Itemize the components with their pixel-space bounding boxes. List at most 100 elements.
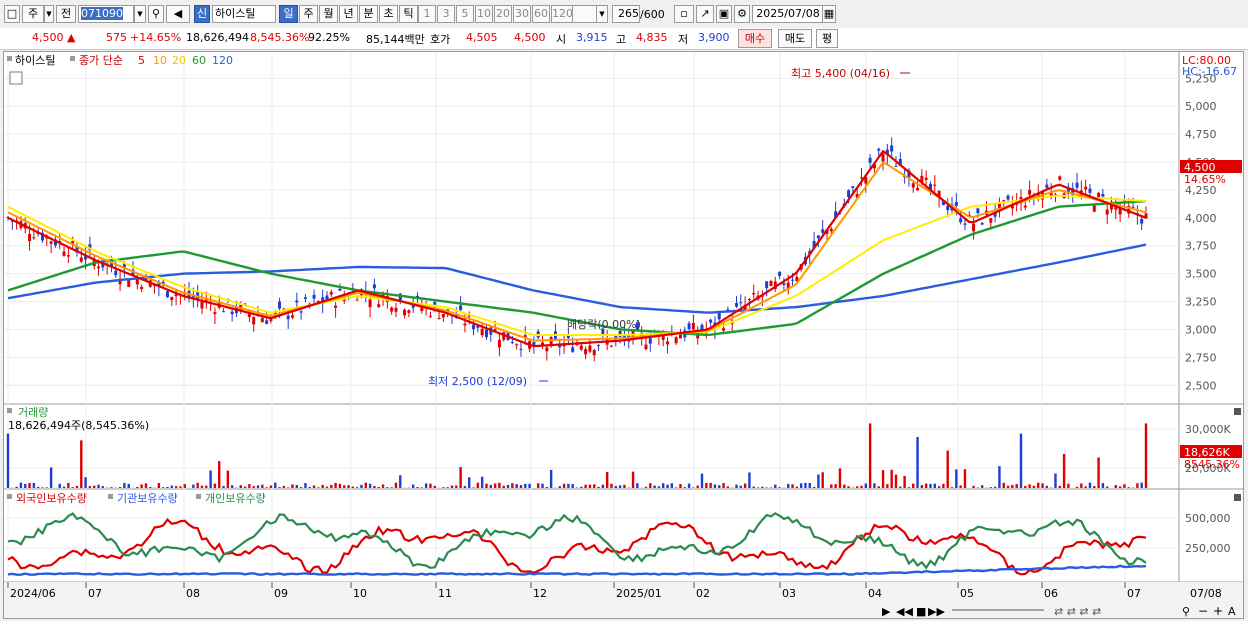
volume-bar (93, 485, 96, 488)
volume-bar (812, 486, 816, 488)
candle-body (765, 281, 769, 289)
candle-body (592, 349, 596, 356)
candle-body (976, 208, 980, 214)
volume-bar (67, 483, 70, 488)
volume-bar (278, 487, 281, 488)
x-tick-label: 2024/06 (10, 587, 56, 600)
candle-body (752, 292, 756, 295)
table-toggle-icon[interactable] (9, 71, 23, 85)
buy-button[interactable]: 매수 (738, 29, 772, 48)
minute-option-30[interactable]: 30 (513, 5, 531, 23)
volume-bar (330, 484, 333, 488)
holdings-tick-label: 500,000 (1185, 512, 1231, 525)
volume-bar (338, 483, 342, 488)
minute-option-5[interactable]: 5 (456, 5, 474, 23)
scroll-right-icon[interactable]: ▶ (882, 605, 891, 618)
volume-panel-close-icon[interactable] (1234, 408, 1241, 415)
zoom-out-icon[interactable]: − (1198, 604, 1208, 618)
volume-bar (157, 483, 161, 488)
window-icon[interactable]: □ (4, 5, 20, 23)
period-button-4[interactable]: 분 (359, 5, 378, 23)
volume-bar (394, 482, 398, 488)
volume-bar (291, 484, 294, 488)
period-button-1[interactable]: 주 (299, 5, 318, 23)
period-button-6[interactable]: 틱 (399, 5, 418, 23)
volume-bar (71, 487, 74, 488)
zoom-search-icon[interactable]: ⚲ (1182, 605, 1190, 618)
price-tick-label: 5,000 (1185, 100, 1217, 113)
minute-option-120[interactable]: 120 (551, 5, 573, 23)
volume-bar (174, 486, 178, 488)
candle-body (510, 342, 514, 344)
period-button-3[interactable]: 년 (339, 5, 358, 23)
volume-title: 거래량 (18, 406, 48, 419)
volume-bar (455, 485, 458, 488)
prev-button[interactable]: 전 (56, 5, 76, 23)
eval-button[interactable]: 평 (816, 29, 838, 48)
font-size-icon[interactable]: A (1228, 605, 1236, 618)
volume-value-label: 18,626,494주(8,545.36%) (8, 419, 149, 432)
volume-bar (584, 484, 587, 488)
last-page-icon[interactable]: ▶▶ (928, 605, 945, 618)
volume-bar (1019, 433, 1023, 488)
volume-bar (1084, 486, 1087, 488)
minute-option-1[interactable]: 1 (418, 5, 436, 23)
candle-body (515, 344, 519, 346)
volume-bar (614, 486, 617, 488)
code-dropdown-icon[interactable]: ▼ (134, 5, 146, 23)
volume-bar (942, 483, 945, 488)
quote-label: 호가 (430, 33, 451, 46)
stop-icon[interactable]: ■ (916, 605, 926, 618)
ma5-label: 5 (138, 54, 145, 67)
sound-icon[interactable]: ◀ (166, 5, 190, 23)
candle-body (32, 237, 36, 239)
gear-icon[interactable]: ⚙ (734, 5, 750, 23)
zoom-in-icon[interactable]: + (1213, 604, 1223, 618)
market-select[interactable]: 주 (22, 5, 44, 23)
stock-chart-svg[interactable]: 2,5002,7503,0003,2503,5003,7504,0004,250… (4, 52, 1243, 618)
chart-area[interactable]: 2,500 2,750 3,000 3,250 3,500 3,750 4,000 4,250… (3, 51, 1244, 619)
volume-bar (1075, 486, 1079, 488)
search-icon[interactable]: ⚲ (148, 5, 164, 23)
period-button-5[interactable]: 초 (379, 5, 398, 23)
sell-button[interactable]: 매도 (778, 29, 812, 48)
period-button-0[interactable]: 일 (279, 5, 298, 23)
hc-label: HC:-16.67 (1182, 65, 1237, 78)
volume-value: 18,626,494 (186, 31, 249, 44)
minute-option-60[interactable]: 60 (532, 5, 550, 23)
volume-bar (993, 486, 997, 488)
minute-option-3[interactable]: 3 (437, 5, 455, 23)
date-input[interactable]: 2025/07/08 (752, 5, 824, 23)
volume-bar (36, 486, 40, 488)
save-icon[interactable]: ▣ (716, 5, 732, 23)
minute-option-10[interactable]: 10 (475, 5, 493, 23)
candle-body (200, 301, 204, 309)
candle-body (579, 345, 583, 350)
volume-bar (442, 487, 445, 488)
minute-option-20[interactable]: 20 (494, 5, 512, 23)
count-input[interactable]: 265 (612, 5, 640, 23)
legend-institution: 기관보유수량 (117, 492, 178, 505)
chart-type-icon[interactable]: ▫ (674, 5, 694, 23)
volume-bar (321, 484, 324, 488)
period-button-2[interactable]: 월 (319, 5, 338, 23)
volume-bar (299, 487, 303, 488)
calendar-icon[interactable]: ▦ (822, 5, 836, 23)
chevron-down-icon[interactable]: ▼ (44, 5, 54, 23)
volume-bar (799, 483, 803, 488)
price-panel (4, 52, 1179, 404)
volume-bar (817, 474, 820, 488)
candle-body (1084, 186, 1088, 190)
draw-tool-icon[interactable]: ↗ (696, 5, 714, 23)
volume-bar (830, 484, 833, 488)
holdings-panel-close-icon[interactable] (1234, 494, 1241, 501)
volume-bar (929, 483, 932, 488)
volume-bar (735, 484, 738, 488)
first-page-icon[interactable]: ◀◀ (896, 605, 913, 618)
count-chevron-icon[interactable]: ▼ (596, 5, 608, 23)
volume-bar (679, 484, 682, 488)
candle-body (881, 154, 885, 162)
volume-bar (657, 486, 661, 488)
zoom-icons[interactable]: ⇄ ⇄ ⇄ ⇄ (1054, 605, 1101, 618)
stock-code-input[interactable]: 071090 (78, 5, 134, 23)
